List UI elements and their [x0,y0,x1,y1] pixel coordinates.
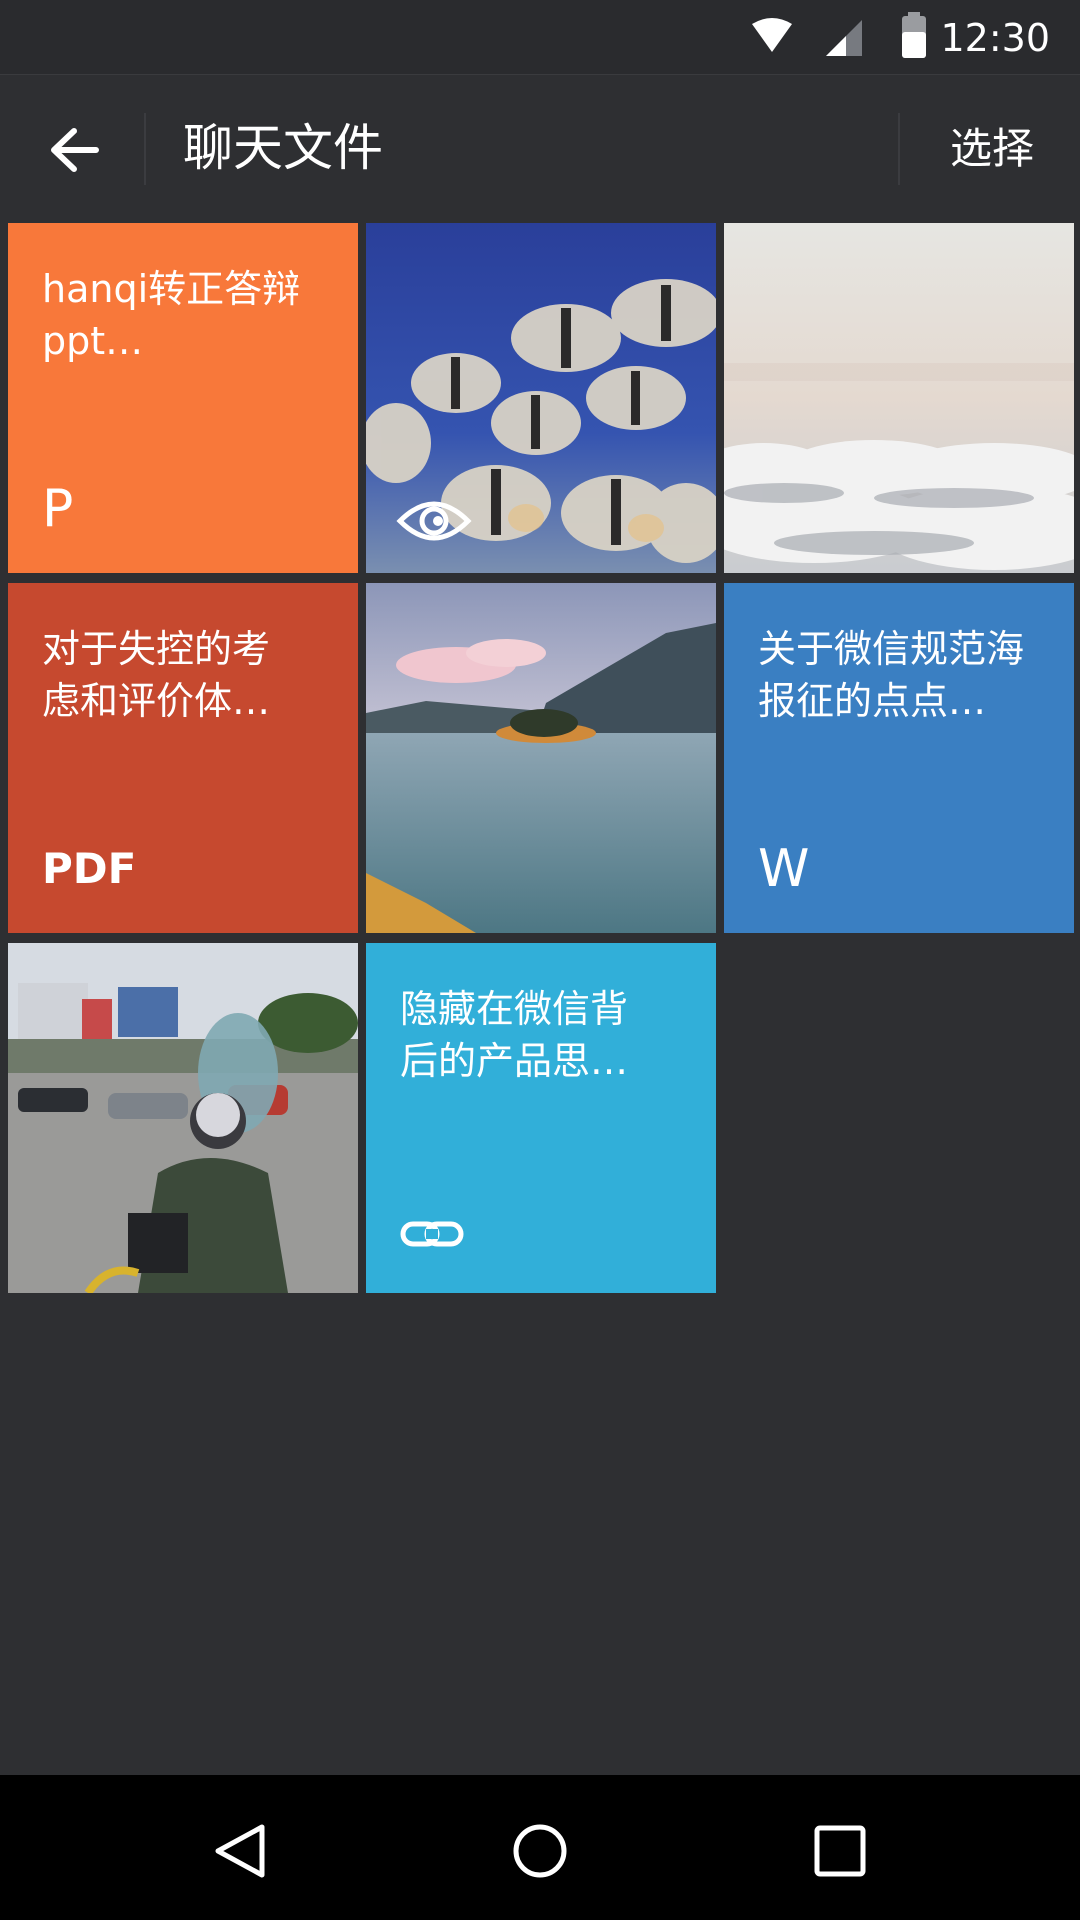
file-tile-pdf[interactable]: 对于失控的考 虑和评价体… PDF [8,583,358,933]
file-tile-video[interactable] [366,223,716,573]
file-title: 关于微信规范海 报征的点点… [758,627,1025,723]
arrow-left-icon [51,128,99,172]
circle-home-icon [513,1824,567,1878]
app-header: 聊天文件 选择 [0,74,1080,223]
file-title: hanqi转正答辩 ppt… [42,267,301,363]
file-type-label: PDF [42,844,137,893]
header-divider [144,113,146,185]
battery-icon [902,12,926,58]
status-time: 12:30 [940,16,1050,60]
page-title: 聊天文件 [183,119,383,177]
wifi-icon [752,18,792,52]
sky-clouds-thumbnail [724,223,1074,573]
back-button[interactable] [34,115,114,185]
file-tile-image[interactable] [724,223,1074,573]
nav-home-button[interactable] [500,1811,580,1891]
file-title: 隐藏在微信背 后的产品思… [400,987,629,1083]
street-motorcycle-thumbnail [8,943,358,1293]
file-title: 对于失控的考 虑和评价体… [42,627,271,723]
nav-back-button[interactable] [200,1811,280,1891]
eye-icon [396,501,472,541]
status-bar: 12:30 [0,0,1080,74]
nav-recents-button[interactable] [800,1811,880,1891]
file-tile-word[interactable]: 关于微信规范海 报征的点点… W [724,583,1074,933]
file-type-label: W [758,839,810,899]
chat-files-screen: 12:30 聊天文件 选择 hanqi转正答辩 ppt… P 对于失控的考 虑和… [0,0,1080,1920]
file-tile-image[interactable] [8,943,358,1293]
link-icon [400,1221,464,1247]
file-tile-ppt[interactable]: hanqi转正答辩 ppt… P [8,223,358,573]
lake-island-thumbnail [366,583,716,933]
file-tile-link[interactable]: 隐藏在微信背 后的产品思… [366,943,716,1293]
select-button[interactable]: 选择 [922,111,1062,187]
file-tile-image[interactable] [366,583,716,933]
square-recents-icon [814,1825,866,1877]
signal-icon [826,20,862,56]
triangle-back-icon [215,1824,265,1878]
file-type-label: P [42,479,74,539]
system-navigation-bar [0,1775,1080,1920]
header-divider [898,113,900,185]
